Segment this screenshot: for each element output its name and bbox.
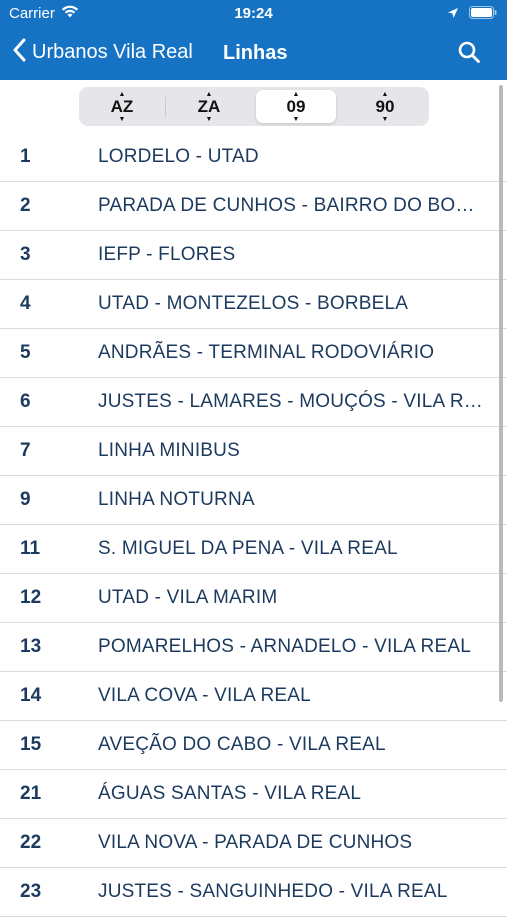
- line-row[interactable]: 1 LORDELO - UTAD: [0, 133, 507, 182]
- line-number: 7: [20, 440, 31, 461]
- line-number: 3: [20, 244, 31, 265]
- line-name: JUSTES - SANGUINHEDO - VILA REAL: [98, 881, 448, 902]
- line-number: 6: [20, 391, 31, 412]
- line-row[interactable]: 4 UTAD - MONTEZELOS - BORBELA: [0, 280, 507, 329]
- line-name: S. MIGUEL DA PENA - VILA REAL: [98, 538, 398, 559]
- chevron-left-icon: [12, 38, 26, 67]
- line-name: VILA COVA - VILA REAL: [98, 685, 311, 706]
- segment-divider: [165, 97, 166, 117]
- lines-list: 1 LORDELO - UTAD 2 PARADA DE CUNHOS - BAIRR…: [0, 133, 507, 917]
- line-name: LINHA MINIBUS: [98, 440, 240, 461]
- line-row[interactable]: 13 POMARELHOS - ARNADELO - VILA REAL: [0, 623, 507, 672]
- sort-09-button[interactable]: 09 ▲ ▼: [256, 90, 336, 123]
- line-name: VILA NOVA - PARADA DE CUNHOS: [98, 832, 413, 853]
- line-name: AVEÇÃO DO CABO - VILA REAL: [98, 734, 386, 755]
- sort-up-arrow-icon: ▲: [118, 90, 126, 98]
- line-name: ÁGUAS SANTAS - VILA REAL: [98, 783, 362, 804]
- sort-up-arrow-icon: ▲: [205, 90, 213, 98]
- line-row[interactable]: 3 IEFP - FLORES: [0, 231, 507, 280]
- line-row[interactable]: 14 VILA COVA - VILA REAL: [0, 672, 507, 721]
- line-number: 14: [20, 685, 42, 706]
- battery-icon: [469, 6, 497, 24]
- line-name: ANDRÃES - TERMINAL RODOVIÁRIO: [98, 342, 435, 363]
- line-row[interactable]: 9 LINHA NOTURNA: [0, 476, 507, 525]
- line-name: UTAD - MONTEZELOS - BORBELA: [98, 293, 409, 314]
- back-button[interactable]: Urbanos Vila Real: [12, 38, 193, 67]
- header: Carrier 19:24 Urbanos Vila Real Linhas: [0, 0, 507, 80]
- line-name: PARADA DE CUNHOS - BAIRRO DO BOSQUE: [98, 195, 486, 216]
- sort-up-arrow-icon: ▲: [381, 90, 389, 98]
- line-number: 4: [20, 293, 31, 314]
- line-row[interactable]: 5 ANDRÃES - TERMINAL RODOVIÁRIO: [0, 329, 507, 378]
- line-number: 11: [20, 538, 41, 559]
- sort-90-label: 90 ▲ ▼: [375, 90, 395, 123]
- line-row[interactable]: 2 PARADA DE CUNHOS - BAIRRO DO BOSQUE: [0, 182, 507, 231]
- line-number: 15: [20, 734, 42, 755]
- sort-za-button[interactable]: ZA ▲ ▼: [169, 90, 249, 123]
- line-row[interactable]: 22 VILA NOVA - PARADA DE CUNHOS: [0, 819, 507, 868]
- line-row[interactable]: 15 AVEÇÃO DO CABO - VILA REAL: [0, 721, 507, 770]
- line-row[interactable]: 7 LINHA MINIBUS: [0, 427, 507, 476]
- sort-segmented-control: AZ ▲ ▼ ZA ▲ ▼ 09 ▲ ▼ 90 ▲ ▼: [79, 87, 429, 126]
- sort-90-button[interactable]: 90 ▲ ▼: [345, 90, 425, 123]
- line-row[interactable]: 6 JUSTES - LAMARES - MOUÇÓS - VILA REAL: [0, 378, 507, 427]
- line-number: 1: [20, 146, 31, 167]
- line-number: 22: [20, 832, 42, 853]
- sort-down-arrow-icon: ▼: [118, 115, 126, 123]
- search-icon: [457, 41, 481, 68]
- line-number: 5: [20, 342, 31, 363]
- status-time: 19:24: [234, 5, 273, 22]
- scrollbar[interactable]: [499, 85, 503, 702]
- location-arrow-icon: [447, 6, 459, 24]
- sort-down-arrow-icon: ▼: [381, 115, 389, 123]
- line-number: 12: [20, 587, 42, 608]
- line-number: 9: [20, 489, 31, 510]
- line-row[interactable]: 23 JUSTES - SANGUINHEDO - VILA REAL: [0, 868, 507, 917]
- line-row[interactable]: 11 S. MIGUEL DA PENA - VILA REAL: [0, 525, 507, 574]
- sort-09-label: 09 ▲ ▼: [286, 90, 306, 123]
- sort-up-arrow-icon: ▲: [292, 90, 300, 98]
- line-number: 2: [20, 195, 31, 216]
- line-number: 21: [20, 783, 42, 804]
- back-label: Urbanos Vila Real: [32, 41, 193, 63]
- line-number: 23: [20, 881, 42, 902]
- line-name: IEFP - FLORES: [98, 244, 236, 265]
- line-row[interactable]: 12 UTAD - VILA MARIM: [0, 574, 507, 623]
- sort-za-label: ZA ▲ ▼: [197, 90, 221, 123]
- sort-down-arrow-icon: ▼: [205, 115, 213, 123]
- line-number: 13: [20, 636, 42, 657]
- sort-down-arrow-icon: ▼: [292, 115, 300, 123]
- line-name: POMARELHOS - ARNADELO - VILA REAL: [98, 636, 471, 657]
- status-bar: Carrier 19:24: [0, 0, 507, 28]
- line-row[interactable]: 21 ÁGUAS SANTAS - VILA REAL: [0, 770, 507, 819]
- navigation-bar: Urbanos Vila Real Linhas: [0, 34, 507, 74]
- sort-az-button[interactable]: AZ ▲ ▼: [82, 90, 162, 123]
- page-title: Linhas: [223, 42, 288, 64]
- sort-az-label: AZ ▲ ▼: [110, 90, 134, 123]
- line-name: LINHA NOTURNA: [98, 489, 255, 510]
- search-button[interactable]: [457, 40, 481, 69]
- line-name: LORDELO - UTAD: [98, 146, 259, 167]
- line-name: JUSTES - LAMARES - MOUÇÓS - VILA REAL: [98, 391, 486, 412]
- line-name: UTAD - VILA MARIM: [98, 587, 278, 608]
